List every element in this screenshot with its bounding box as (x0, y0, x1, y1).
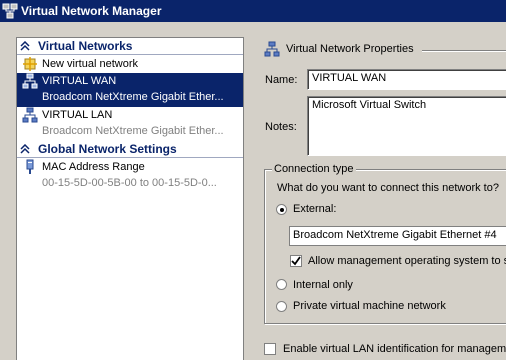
collapse-chevron-icon (20, 41, 30, 51)
notes-label: Notes: (265, 121, 297, 133)
collapse-chevron-icon (20, 144, 30, 154)
properties-pane: Virtual Network Properties Name: VIRTUAL… (250, 37, 506, 360)
connection-question: What do you want to connect this network… (277, 182, 499, 194)
external-radio[interactable] (276, 204, 287, 215)
title-bar: Virtual Network Manager (0, 0, 506, 22)
allow-management-label[interactable]: Allow management operating system to s (308, 255, 506, 267)
private-network-radio[interactable] (276, 301, 287, 312)
properties-header: Virtual Network Properties (264, 41, 414, 57)
radio-selected-dot (280, 208, 284, 212)
internal-only-label[interactable]: Internal only (293, 279, 353, 291)
new-network-icon (23, 57, 37, 71)
header-divider (422, 50, 506, 52)
section-virtual-networks[interactable]: Virtual Networks (17, 38, 243, 55)
mac-address-icon (26, 159, 34, 174)
internal-only-radio[interactable] (276, 279, 287, 290)
sidebar-item-label: New virtual network (42, 58, 138, 70)
checkmark-icon (291, 256, 301, 266)
virtual-network-icon (264, 41, 280, 57)
connection-type-title: Connection type (272, 163, 356, 175)
sidebar-item-mac-address-range[interactable]: MAC Address Range 00-15-5D-00-5B-00 to 0… (17, 158, 243, 192)
external-label[interactable]: External: (293, 203, 336, 215)
navigation-pane: Virtual Networks New virtual network VIR… (16, 37, 244, 360)
section-label: Global Network Settings (38, 142, 177, 156)
properties-title: Virtual Network Properties (286, 43, 414, 55)
sidebar-item-new-virtual-network[interactable]: New virtual network (17, 55, 243, 73)
private-network-label[interactable]: Private virtual machine network (293, 300, 446, 312)
sidebar-item-virtual-wan[interactable]: VIRTUAL WAN Broadcom NetXtreme Gigabit E… (17, 73, 243, 107)
name-field[interactable]: VIRTUAL WAN (307, 69, 506, 90)
section-label: Virtual Networks (38, 39, 133, 53)
name-label: Name: (265, 74, 298, 86)
sidebar-item-label: VIRTUAL LAN (42, 109, 113, 121)
vlan-identification-label[interactable]: Enable virtual LAN identification for ma… (283, 343, 506, 355)
notes-field[interactable]: Microsoft Virtual Switch (307, 96, 506, 156)
sidebar-item-subtitle: Broadcom NetXtreme Gigabit Ether... (42, 125, 224, 137)
section-global-network-settings[interactable]: Global Network Settings (17, 141, 243, 158)
allow-management-checkbox[interactable] (290, 255, 302, 267)
sidebar-item-subtitle: 00-15-5D-00-5B-00 to 00-15-5D-0... (42, 177, 217, 189)
sidebar-item-virtual-lan[interactable]: VIRTUAL LAN Broadcom NetXtreme Gigabit E… (17, 107, 243, 141)
virtual-network-icon (22, 107, 38, 123)
vlan-identification-checkbox[interactable] (264, 343, 276, 355)
sidebar-item-label: VIRTUAL WAN (42, 75, 117, 87)
sidebar-item-subtitle: Broadcom NetXtreme Gigabit Ether... (42, 91, 224, 103)
network-manager-icon (2, 3, 18, 19)
window-title: Virtual Network Manager (21, 4, 162, 18)
virtual-network-icon (22, 73, 38, 89)
sidebar-item-label: MAC Address Range (42, 161, 145, 173)
adapter-dropdown[interactable]: Broadcom NetXtreme Gigabit Ethernet #4 (289, 226, 506, 246)
